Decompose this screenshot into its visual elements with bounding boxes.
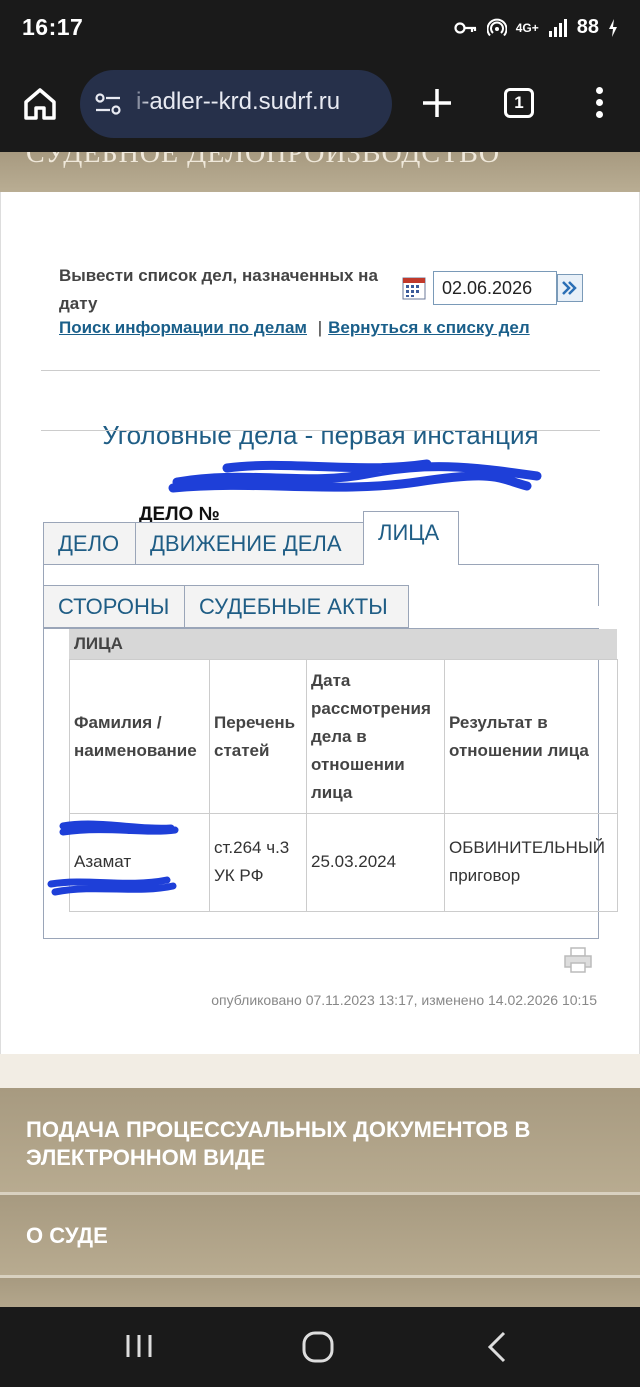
back-to-list-link[interactable]: Вернуться к списку дел (328, 318, 530, 337)
status-bar: 16:17 4G+ 88 (0, 0, 640, 60)
section-title: Уголовные дела - первая инстанция (102, 420, 539, 450)
tab-court-acts[interactable]: СУДЕБНЫЕ АКТЫ (184, 585, 409, 628)
col-articles: Перечень статей (209, 659, 307, 814)
key-icon (454, 21, 476, 34)
battery-charging-icon (609, 18, 617, 37)
tabs-icon[interactable]: 1 (504, 88, 534, 118)
col-name: Фамилия / наименование (69, 659, 210, 814)
date-filter-label: Вывести список дел, назначенных на дату (59, 266, 378, 313)
footer-item-electronic-docs[interactable]: ПОДАЧА ПРОЦЕССУАЛЬНЫХ ДОКУМЕНТОВ В ЭЛЕКТ… (0, 1088, 640, 1192)
case-number-redaction (168, 459, 542, 493)
result-cell: ОБВИНИТЕЛЬНЫЙ приговор (444, 813, 618, 912)
print-icon[interactable] (563, 946, 593, 974)
tab-case[interactable]: ДЕЛО (43, 522, 136, 565)
link-separator: | (317, 318, 323, 337)
status-time: 16:17 (22, 14, 84, 40)
hotspot-icon (486, 18, 507, 36)
home-icon[interactable] (20, 84, 60, 124)
battery-level: 88 (576, 16, 599, 38)
calendar-icon[interactable] (402, 276, 426, 300)
footer-item-label: О СУДЕ (26, 1223, 108, 1248)
browser-toolbar: i-adler--krd.sudrf.ru 1 (0, 60, 640, 152)
footer-item-next[interactable] (0, 1278, 640, 1307)
date-input[interactable] (433, 271, 557, 305)
tab-persons[interactable]: ЛИЦА (363, 511, 459, 565)
site-settings-icon[interactable] (94, 92, 122, 116)
divider (41, 430, 600, 431)
published-info: опубликовано 07.11.2023 13:17, изменено … (211, 992, 597, 1008)
top-banner[interactable]: СУДЕБНОЕ ДЕЛОПРОИЗВОДСТВО (0, 152, 640, 192)
signal-icon (548, 18, 567, 37)
footer-item-about-court[interactable]: О СУДЕ (0, 1195, 640, 1275)
page-content: СУДЕБНОЕ ДЕЛОПРОИЗВОДСТВО Вывести список… (0, 152, 640, 1307)
date-cell: 25.03.2024 (306, 813, 445, 912)
nav-links: Поиск информации по делам | Вернуться к с… (59, 318, 530, 338)
network-type: 4G+ (515, 20, 539, 35)
col-date: Дата рассмотрения дела в отношении лица (306, 659, 445, 814)
more-vert-icon[interactable] (591, 87, 607, 123)
system-nav-bar (0, 1307, 640, 1387)
articles-cell: ст.264 ч.3 УК РФ (209, 813, 307, 912)
footer-item-label: ПОДАЧА ПРОЦЕССУАЛЬНЫХ ДОКУМЕНТОВ В ЭЛЕКТ… (26, 1117, 531, 1170)
tab-parties[interactable]: СТОРОНЫ (43, 585, 185, 628)
banner-text: СУДЕБНОЕ ДЕЛОПРОИЗВОДСТВО (26, 152, 501, 169)
tab-case-movement[interactable]: ДВИЖЕНИЕ ДЕЛА (135, 522, 364, 565)
arrow-go-icon[interactable] (557, 274, 583, 302)
recents-icon[interactable] (124, 1331, 154, 1361)
status-icons: 4G+ 88 (454, 16, 618, 39)
divider (41, 370, 600, 371)
address-bar[interactable]: i-adler--krd.sudrf.ru (80, 70, 392, 138)
url-text: i-adler--krd.sudrf.ru (136, 88, 341, 115)
back-icon[interactable] (482, 1329, 512, 1365)
case-card: Вывести список дел, назначенных на дату … (0, 192, 640, 1054)
persons-group-title: ЛИЦА (69, 629, 617, 659)
home-circle-icon[interactable] (300, 1329, 336, 1365)
plus-icon[interactable] (420, 86, 454, 120)
person-name-redaction (47, 820, 179, 896)
url-fade (124, 70, 152, 138)
search-cases-link[interactable]: Поиск информации по делам (59, 318, 307, 337)
col-result: Результат в отношении лица (444, 659, 618, 814)
